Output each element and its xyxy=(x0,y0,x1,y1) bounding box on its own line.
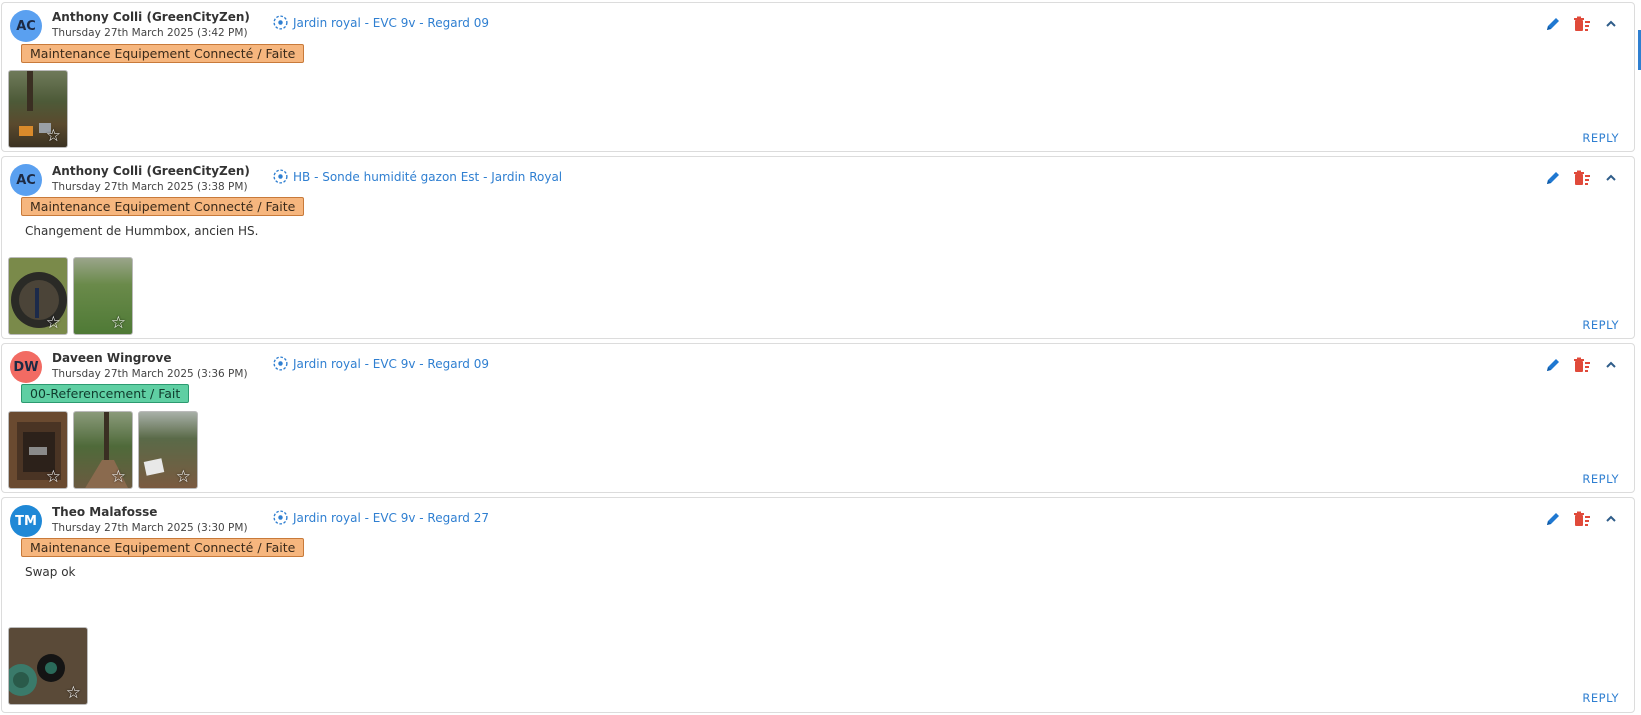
post-card: AC Anthony Colli (GreenCityZen) Thursday… xyxy=(1,2,1635,152)
avatar[interactable]: AC xyxy=(10,10,42,42)
favorite-star-icon[interactable]: ☆ xyxy=(111,468,126,485)
location-link[interactable]: Jardin royal - EVC 9v - Regard 09 xyxy=(272,14,489,31)
location-label: HB - Sonde humidité gazon Est - Jardin R… xyxy=(293,169,563,184)
status-tag: 00-Referencement / Fait xyxy=(21,384,190,403)
reply-button[interactable]: REPLY xyxy=(1582,472,1619,486)
location-link[interactable]: Jardin royal - EVC 9v - Regard 27 xyxy=(272,509,489,526)
edit-pencil-icon[interactable] xyxy=(1544,356,1562,374)
image-gallery: ☆ xyxy=(8,627,88,705)
location-link[interactable]: Jardin royal - EVC 9v - Regard 09 xyxy=(272,355,489,372)
post-card: AC Anthony Colli (GreenCityZen) Thursday… xyxy=(1,156,1635,339)
delete-trash-icon[interactable] xyxy=(1573,169,1591,187)
favorite-star-icon[interactable]: ☆ xyxy=(46,314,61,331)
post-actions xyxy=(1544,356,1620,374)
location-link[interactable]: HB - Sonde humidité gazon Est - Jardin R… xyxy=(272,168,562,185)
avatar[interactable]: TM xyxy=(10,505,42,537)
post-date: Thursday 27th March 2025 (3:30 PM) xyxy=(52,522,248,534)
favorite-star-icon[interactable]: ☆ xyxy=(46,468,61,485)
image-gallery: ☆ xyxy=(8,70,68,148)
reply-button[interactable]: REPLY xyxy=(1582,318,1619,332)
comment-text: Swap ok xyxy=(25,565,76,579)
post-card: DW Daveen Wingrove Thursday 27th March 2… xyxy=(1,343,1635,493)
image-gallery: ☆ ☆ ☆ xyxy=(8,411,198,489)
location-target-icon xyxy=(273,510,288,525)
favorite-star-icon[interactable]: ☆ xyxy=(66,684,81,701)
photo-thumbnail[interactable]: ☆ xyxy=(73,257,133,335)
image-gallery: ☆ ☆ xyxy=(8,257,133,335)
photo-thumbnail[interactable]: ☆ xyxy=(138,411,198,489)
location-label: Jardin royal - EVC 9v - Regard 09 xyxy=(293,356,490,371)
edit-pencil-icon[interactable] xyxy=(1544,510,1562,528)
comment-text: Changement de Hummbox, ancien HS. xyxy=(25,224,259,238)
status-tag: Maintenance Equipement Connecté / Faite xyxy=(21,197,305,216)
reply-button[interactable]: REPLY xyxy=(1582,131,1619,145)
location-label: Jardin royal - EVC 9v - Regard 27 xyxy=(293,510,490,525)
status-tag: Maintenance Equipement Connecté / Faite xyxy=(21,538,305,557)
post-date: Thursday 27th March 2025 (3:38 PM) xyxy=(52,181,248,193)
photo-thumbnail[interactable]: ☆ xyxy=(73,411,133,489)
collapse-chevron-icon[interactable] xyxy=(1602,15,1620,33)
author-name: Anthony Colli (GreenCityZen) xyxy=(52,164,250,178)
post-actions xyxy=(1544,15,1620,33)
avatar[interactable]: AC xyxy=(10,164,42,196)
favorite-star-icon[interactable]: ☆ xyxy=(46,127,61,144)
collapse-chevron-icon[interactable] xyxy=(1602,356,1620,374)
author-name: Anthony Colli (GreenCityZen) xyxy=(52,10,250,24)
post-actions xyxy=(1544,510,1620,528)
comment-feed: AC Anthony Colli (GreenCityZen) Thursday… xyxy=(0,0,1641,715)
favorite-star-icon[interactable]: ☆ xyxy=(176,468,191,485)
post-date: Thursday 27th March 2025 (3:36 PM) xyxy=(52,368,248,380)
photo-thumbnail[interactable]: ☆ xyxy=(8,411,68,489)
favorite-star-icon[interactable]: ☆ xyxy=(111,314,126,331)
collapse-chevron-icon[interactable] xyxy=(1602,510,1620,528)
photo-thumbnail[interactable]: ☆ xyxy=(8,70,68,148)
post-actions xyxy=(1544,169,1620,187)
author-name: Theo Malafosse xyxy=(52,505,158,519)
location-target-icon xyxy=(273,356,288,371)
delete-trash-icon[interactable] xyxy=(1573,15,1591,33)
location-target-icon xyxy=(273,15,288,30)
reply-button[interactable]: REPLY xyxy=(1582,691,1619,705)
avatar[interactable]: DW xyxy=(10,351,42,383)
post-card: TM Theo Malafosse Thursday 27th March 20… xyxy=(1,497,1635,713)
status-tag: Maintenance Equipement Connecté / Faite xyxy=(21,44,305,63)
author-name: Daveen Wingrove xyxy=(52,351,172,365)
delete-trash-icon[interactable] xyxy=(1573,510,1591,528)
location-label: Jardin royal - EVC 9v - Regard 09 xyxy=(293,15,490,30)
location-target-icon xyxy=(273,169,288,184)
collapse-chevron-icon[interactable] xyxy=(1602,169,1620,187)
edit-pencil-icon[interactable] xyxy=(1544,15,1562,33)
post-date: Thursday 27th March 2025 (3:42 PM) xyxy=(52,27,248,39)
photo-thumbnail[interactable]: ☆ xyxy=(8,627,88,705)
photo-thumbnail[interactable]: ☆ xyxy=(8,257,68,335)
delete-trash-icon[interactable] xyxy=(1573,356,1591,374)
edit-pencil-icon[interactable] xyxy=(1544,169,1562,187)
